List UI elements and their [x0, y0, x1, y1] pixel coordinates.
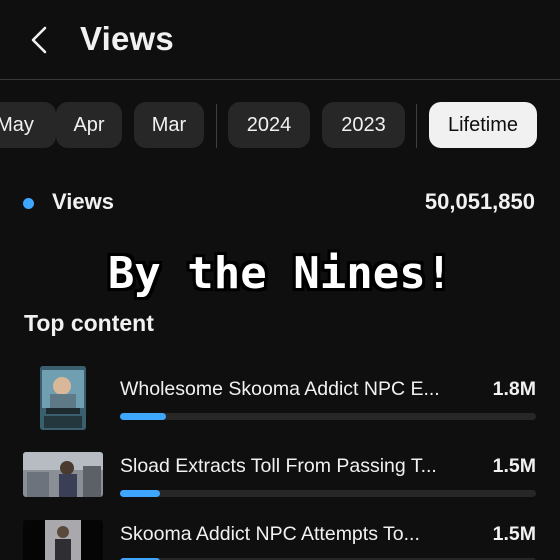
- views-bar-track: [120, 490, 536, 497]
- views-bar-fill: [120, 413, 166, 420]
- video-thumbnail: [23, 520, 103, 560]
- overlay-caption: By the Nines!: [107, 248, 453, 299]
- views-bar-fill: [120, 490, 160, 497]
- content-title: Sload Extracts Toll From Passing T...: [120, 455, 437, 477]
- content-item[interactable]: Skooma Addict NPC Attempts To... 1.5M: [0, 513, 560, 560]
- views-metric: Views 50,051,850: [0, 186, 560, 220]
- content-views: 1.5M: [492, 455, 536, 477]
- views-bar-track: [120, 413, 536, 420]
- chip-divider: [416, 104, 417, 148]
- page-title: Views: [80, 20, 174, 57]
- content-views: 1.5M: [492, 523, 536, 545]
- video-thumbnail: [23, 452, 103, 497]
- chip-may[interactable]: May: [0, 102, 56, 148]
- app-header: Views: [0, 0, 560, 80]
- content-title: Wholesome Skooma Addict NPC E...: [120, 378, 440, 400]
- content-title: Skooma Addict NPC Attempts To...: [120, 523, 420, 545]
- content-item[interactable]: Wholesome Skooma Addict NPC E... 1.8M: [0, 366, 560, 438]
- date-range-chips: May Apr Mar 2024 2023 Lifetime: [0, 102, 560, 150]
- chip-2023[interactable]: 2023: [322, 102, 405, 148]
- chip-divider: [216, 104, 217, 148]
- chip-2024[interactable]: 2024: [228, 102, 310, 148]
- chip-mar[interactable]: Mar: [134, 102, 204, 148]
- back-arrow-icon[interactable]: [22, 22, 58, 58]
- series-dot-icon: [23, 198, 34, 209]
- chip-lifetime[interactable]: Lifetime: [429, 102, 537, 148]
- metric-value: 50,051,850: [424, 189, 535, 214]
- section-title: Top content: [24, 310, 154, 336]
- chip-apr[interactable]: Apr: [56, 102, 122, 148]
- video-thumbnail: [40, 366, 86, 430]
- content-item[interactable]: Sload Extracts Toll From Passing T... 1.…: [0, 445, 560, 515]
- metric-label: Views: [52, 189, 114, 214]
- content-views: 1.8M: [492, 378, 536, 400]
